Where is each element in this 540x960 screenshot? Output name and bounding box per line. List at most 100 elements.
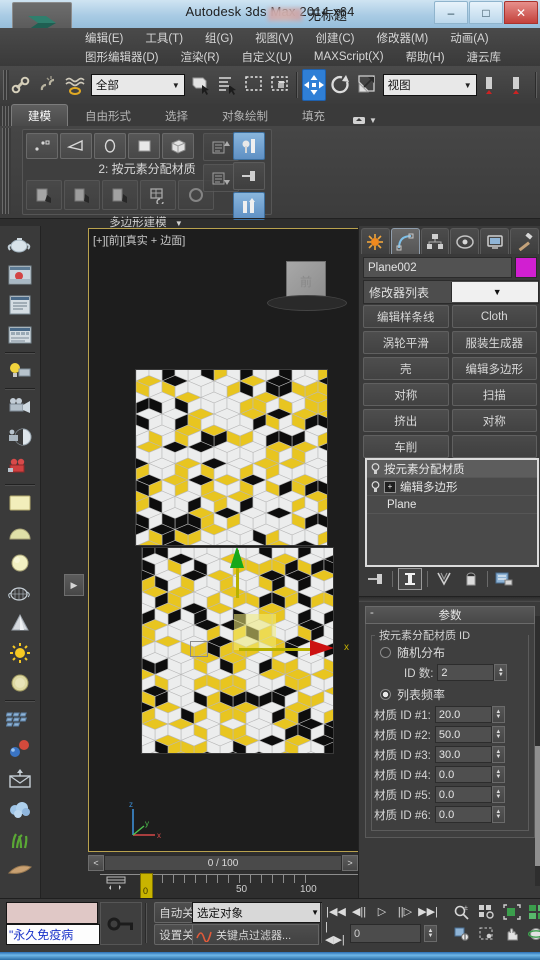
menu-create[interactable]: 创建(C) — [304, 30, 365, 46]
stack-item-edit-poly[interactable]: + 编辑多边形 — [367, 478, 537, 496]
reference-coordinate-system-combo[interactable]: 视图 ▼ — [382, 74, 477, 96]
material-id-6-value[interactable]: 0.0 — [434, 806, 492, 823]
material-list-icon[interactable] — [3, 290, 37, 320]
camera-red-icon[interactable] — [3, 452, 37, 482]
create-tab[interactable] — [361, 228, 390, 254]
select-by-name-button[interactable] — [215, 69, 239, 101]
timeline-ruler[interactable]: 50 100 0 — [100, 872, 358, 900]
viewport-label[interactable]: [+][前][真实 + 边面] — [93, 232, 185, 248]
modifier-lathe-button[interactable]: 车削 — [363, 435, 449, 458]
rectangular-select-region-button[interactable] — [241, 69, 265, 101]
sun-icon[interactable] — [3, 638, 37, 668]
expand-plus-icon[interactable]: + — [384, 480, 396, 493]
id-count-spinner[interactable]: 2 ▲ ▼ — [437, 664, 508, 681]
chevron-down-icon[interactable]: ▼ — [450, 282, 538, 302]
viewport-expand-button[interactable]: ▶ — [64, 574, 84, 596]
mirror-button[interactable] — [507, 69, 531, 101]
light-bulb-icon[interactable] — [370, 480, 380, 493]
window-crossing-toggle-button[interactable] — [268, 69, 292, 101]
unlink-selection-button[interactable] — [36, 69, 60, 101]
menu-customize[interactable]: 自定义(U) — [230, 49, 302, 65]
material-id-5-spinner[interactable]: 0.0 ▲ ▼ — [434, 786, 505, 803]
transform-gizmo-x-arrow-icon[interactable] — [310, 640, 333, 656]
stack-item-material-by-element[interactable]: 按元素分配材质 — [367, 460, 537, 478]
transform-gizmo-y-arrow-icon[interactable] — [230, 548, 244, 568]
menu-maxscript[interactable]: MAXScript(X) — [303, 51, 395, 63]
wire-teapot-icon[interactable] — [3, 578, 37, 608]
radio-icon[interactable] — [380, 689, 391, 700]
modifier-extrude-button[interactable]: 挤出 — [363, 409, 449, 432]
sphere-sample-icon[interactable] — [3, 548, 37, 578]
modifier-edit-spline-button[interactable]: 编辑样条线 — [363, 305, 449, 328]
subobject-edge-button[interactable] — [60, 133, 92, 159]
spinner-arrows-icon[interactable]: ▲ ▼ — [491, 786, 505, 803]
go-to-start-button[interactable]: |◀◀ — [325, 902, 347, 920]
chevron-down-icon[interactable]: ▼ — [464, 81, 474, 90]
parameters-rollout-header[interactable]: - 参数 — [365, 606, 535, 624]
lock-selection-button[interactable] — [100, 902, 142, 945]
plane-sample-icon[interactable] — [3, 488, 37, 518]
plane-object-lower[interactable] — [141, 547, 334, 754]
material-table-icon[interactable] — [3, 320, 37, 350]
spinner-arrows-icon[interactable]: ▲ ▼ — [491, 726, 505, 743]
display-tab[interactable] — [480, 228, 510, 254]
select-and-rotate-button[interactable] — [328, 69, 352, 101]
current-frame-field[interactable]: 0 — [350, 924, 421, 943]
chevron-down-icon[interactable]: ▼ — [369, 116, 377, 125]
configure-modifier-sets-button[interactable] — [493, 569, 515, 589]
remove-modifier-button[interactable] — [460, 569, 482, 589]
key-filters-button[interactable]: 关键点过滤器... — [192, 924, 319, 945]
envelope-icon[interactable] — [3, 764, 37, 794]
render-preview-icon[interactable] — [3, 260, 37, 290]
key-mode-toggle-button[interactable]: |◀▶| — [325, 921, 347, 946]
modifier-empty-slot[interactable] — [451, 435, 537, 458]
menu-tools[interactable]: 工具(T) — [134, 30, 194, 46]
ribbon-tab-object-paint[interactable]: 对象绘制 — [205, 104, 285, 126]
modifier-stack-list[interactable]: 按元素分配材质 + 编辑多边形 Plane — [365, 458, 539, 567]
teapot-sample-icon[interactable] — [3, 230, 37, 260]
chevron-down-icon[interactable]: ▼ — [175, 219, 183, 228]
material-id-2-spinner[interactable]: 50.0 ▲ ▼ — [434, 726, 505, 743]
cloud-icon[interactable] — [3, 794, 37, 824]
repeat-last-button[interactable] — [140, 180, 176, 210]
grass-icon[interactable] — [3, 824, 37, 854]
pan-button[interactable] — [500, 924, 524, 943]
previous-frame-button[interactable]: < — [88, 855, 104, 871]
spinner-arrows-icon[interactable]: ▲ ▼ — [491, 766, 505, 783]
ribbon-grip[interactable] — [2, 106, 11, 126]
close-button[interactable]: ✕ — [504, 1, 538, 24]
current-frame-display[interactable]: 0 / 100 — [104, 855, 342, 871]
light-icon[interactable] — [3, 356, 37, 386]
radio-icon[interactable] — [380, 647, 391, 658]
modifier-symmetry-button[interactable]: 对称 — [363, 383, 449, 406]
dome-sample-icon[interactable] — [3, 518, 37, 548]
camera-sphere-icon[interactable] — [3, 422, 37, 452]
spinner-arrows-icon[interactable]: ▲ ▼ — [494, 664, 508, 681]
viewport-front[interactable]: [+][前][真实 + 边面] 前 x z x y ▶ — [64, 228, 360, 852]
menu-cloud-library[interactable]: 溏云库 — [456, 49, 513, 65]
menu-group[interactable]: 组(G) — [194, 30, 244, 46]
leaf-icon[interactable] — [3, 854, 37, 884]
modifier-shell-button[interactable]: 壳 — [363, 357, 449, 380]
id-count-value[interactable]: 2 — [437, 664, 495, 681]
zoom-all-button[interactable] — [475, 902, 499, 921]
material-id-5-value[interactable]: 0.0 — [434, 786, 492, 803]
transform-gizmo-xy-plane[interactable] — [234, 614, 276, 650]
material-id-1-value[interactable]: 20.0 — [434, 706, 492, 723]
field-of-view-button[interactable] — [450, 924, 474, 943]
array-icon[interactable] — [3, 704, 37, 734]
molecule-icon[interactable] — [3, 734, 37, 764]
zoom-extents-button[interactable] — [500, 902, 524, 921]
object-name-field[interactable]: Plane002 — [363, 257, 512, 278]
selection-filter-combo[interactable]: 全部 ▼ — [90, 74, 185, 96]
ribbon-panel-grip[interactable] — [2, 128, 11, 214]
symmetry-tool-button[interactable] — [64, 180, 100, 210]
select-and-scale-button[interactable] — [354, 69, 378, 101]
bind-to-space-warp-button[interactable] — [63, 69, 87, 101]
selection-set-combo[interactable]: 选定对象 ▼ — [192, 902, 322, 923]
ribbon-tab-freeform[interactable]: 自由形式 — [68, 104, 148, 126]
material-id-6-spinner[interactable]: 0.0 ▲ ▼ — [434, 806, 505, 823]
menu-edit[interactable]: 编辑(E) — [74, 30, 134, 46]
show-end-result-button[interactable] — [398, 568, 422, 590]
region-zoom-button[interactable] — [475, 924, 499, 943]
